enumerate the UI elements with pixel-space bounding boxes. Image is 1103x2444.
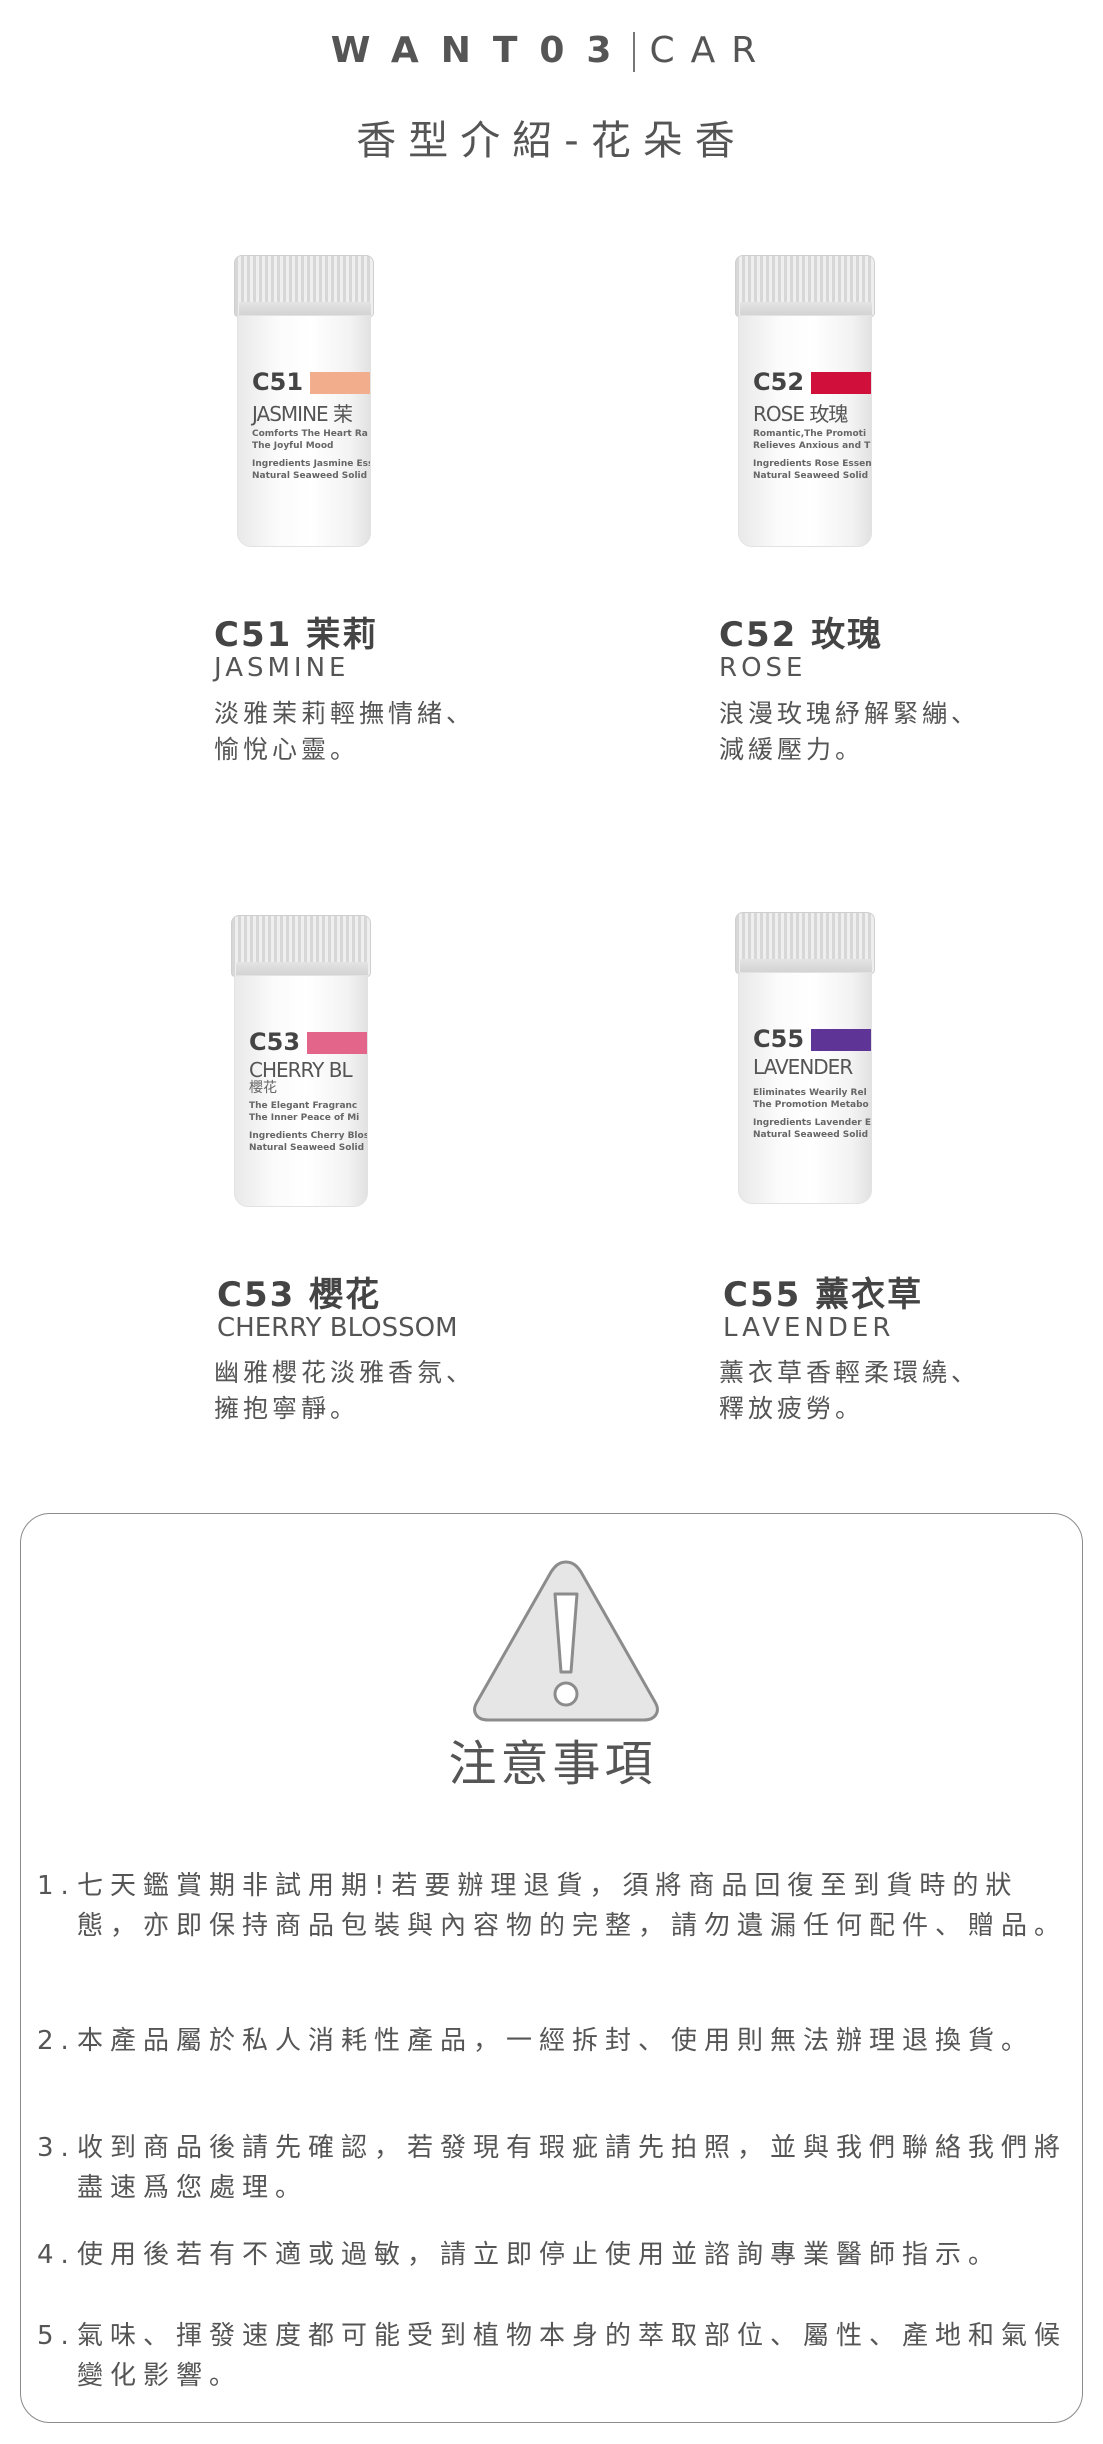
notice-item-text: 本產品屬於私人消耗性產品，一經拆封、使用則無法辦理退換貨。	[77, 2026, 1035, 2056]
label-text: Natural Seaweed Solid T	[753, 1130, 872, 1140]
product-english-name: CHERRY BLOSSOM	[217, 1313, 458, 1343]
notice-item: 4. 使用後若有不適或過敏，請立即停止使用並諮詢專業醫師指示。	[37, 2235, 1067, 2275]
label-text: Ingredients Jasmine Ess	[252, 459, 371, 469]
label-name: ROSE 玫瑰	[753, 402, 848, 426]
label-text: The Inner Peace of Mi	[249, 1113, 360, 1123]
bottle-label: C52 ROSE 玫瑰 Romantic,The Promoti Relieve…	[738, 315, 872, 547]
product-title: C53 櫻花	[217, 1275, 382, 1315]
notice-item-text: 收到商品後請先確認，若發現有瑕疵請先拍照，並與我們聯絡我們將盡速爲您處理。	[77, 2133, 1068, 2203]
product-description: 幽雅櫻花淡雅香氛、	[214, 1358, 476, 1387]
label-text: Ingredients Rose Essent	[753, 459, 872, 469]
product-description: 淡雅茉莉輕撫情緒、	[214, 699, 476, 728]
bottle-cap	[735, 912, 875, 975]
bottle-image-c55: C55 LAVENDER Eliminates Wearily Rel The …	[735, 912, 875, 1212]
product-title: C52 玫瑰	[719, 615, 884, 655]
page-subtitle: 香型介紹-花朵香	[356, 118, 747, 164]
bottle-label: C51 JASMINE 茉 Comforts The Heart Ra The …	[237, 315, 371, 547]
bottle-cap	[231, 915, 371, 978]
label-name: CHERRY BL	[249, 1058, 353, 1082]
product-title: C51 茉莉	[214, 615, 379, 655]
notice-item-text: 氣味、揮發速度都可能受到植物本身的萃取部位、屬性、產地和氣候變化影響。	[77, 2321, 1068, 2391]
product-english-name: LAVENDER	[723, 1313, 895, 1343]
brand-name: WANT03	[330, 30, 634, 71]
notice-item-text: 七天鑑賞期非試用期!若要辦理退貨，須將商品回復至到貨時的狀態，亦即保持商品包裝與…	[77, 1871, 1068, 1941]
product-english-name: JASMINE	[214, 653, 350, 683]
notice-title: 注意事項	[448, 1736, 657, 1792]
bottle-cap	[735, 255, 875, 318]
label-code: C53	[249, 1028, 301, 1056]
bottle-image-c52: C52 ROSE 玫瑰 Romantic,The Promoti Relieve…	[735, 255, 875, 555]
label-color-swatch	[811, 1029, 871, 1051]
bottle-label: C53 CHERRY BL 櫻花 The Elegant Fragranc Th…	[234, 975, 368, 1207]
brand-suffix: CAR	[649, 30, 773, 71]
notice-item-text: 使用後若有不適或過敏，請立即停止使用並諮詢專業醫師指示。	[77, 2240, 1002, 2270]
product-description: 浪漫玫瑰紓解緊繃、	[719, 699, 981, 728]
label-text: Ingredients Cherry Blos	[249, 1131, 368, 1141]
bottle-image-c51: C51 JASMINE 茉 Comforts The Heart Ra The …	[234, 255, 374, 555]
label-text: Eliminates Wearily Rel	[753, 1088, 867, 1098]
label-color-swatch	[307, 1032, 367, 1054]
notice-item-number: 1.	[37, 1871, 76, 1901]
label-code: C51	[252, 368, 304, 396]
notice-item: 1. 七天鑑賞期非試用期!若要辦理退貨，須將商品回復至到貨時的狀態，亦即保持商品…	[37, 1866, 1067, 1946]
brand-logo: WANT03 CAR	[0, 30, 1103, 72]
brand-divider	[633, 32, 636, 72]
notice-item: 2. 本產品屬於私人消耗性產品，一經拆封、使用則無法辦理退換貨。	[37, 2021, 1067, 2061]
label-text: Natural Seaweed Solid T	[252, 471, 371, 481]
bottle-label: C55 LAVENDER Eliminates Wearily Rel The …	[738, 972, 872, 1204]
label-text: 櫻花	[249, 1080, 277, 1096]
label-name: LAVENDER	[753, 1055, 853, 1079]
label-text: Natural Seaweed Solid T	[249, 1143, 368, 1153]
warning-icon	[473, 1560, 659, 1722]
label-text: Comforts The Heart Ra	[252, 429, 368, 439]
product-title: C55 薰衣草	[723, 1275, 924, 1315]
label-name: JASMINE 茉	[252, 402, 353, 426]
bottle-cap	[234, 255, 374, 318]
product-description: 減緩壓力。	[719, 735, 865, 764]
product-english-name: ROSE	[719, 653, 807, 683]
label-code: C55	[753, 1025, 805, 1053]
label-text: Romantic,The Promoti	[753, 429, 867, 439]
notice-item: 3. 收到商品後請先確認，若發現有瑕疵請先拍照，並與我們聯絡我們將盡速爲您處理。	[37, 2128, 1067, 2208]
label-color-swatch	[310, 372, 370, 394]
label-text: The Promotion Metabo	[753, 1100, 869, 1110]
notice-box: 注意事項 1. 七天鑑賞期非試用期!若要辦理退貨，須將商品回復至到貨時的狀態，亦…	[20, 1513, 1083, 2423]
product-description: 釋放疲勞。	[719, 1394, 865, 1423]
product-description: 擁抱寧靜。	[214, 1394, 360, 1423]
label-text: Natural Seaweed Solid T	[753, 471, 872, 481]
label-text: The Elegant Fragranc	[249, 1101, 358, 1111]
label-text: Relieves Anxious and T	[753, 441, 871, 451]
notice-item-number: 3.	[37, 2133, 76, 2163]
notice-item-number: 5.	[37, 2321, 76, 2351]
notice-item: 5. 氣味、揮發速度都可能受到植物本身的萃取部位、屬性、產地和氣候變化影響。	[37, 2316, 1067, 2396]
label-color-swatch	[811, 372, 871, 394]
notice-item-number: 2.	[37, 2026, 76, 2056]
label-text: Ingredients Lavender Es	[753, 1118, 872, 1128]
label-code: C52	[753, 368, 805, 396]
product-description: 愉悅心靈。	[214, 735, 360, 764]
product-description: 薰衣草香輕柔環繞、	[719, 1358, 981, 1387]
notice-item-number: 4.	[37, 2240, 76, 2270]
bottle-image-c53: C53 CHERRY BL 櫻花 The Elegant Fragranc Th…	[231, 915, 371, 1215]
label-text: The Joyful Mood	[252, 441, 334, 451]
